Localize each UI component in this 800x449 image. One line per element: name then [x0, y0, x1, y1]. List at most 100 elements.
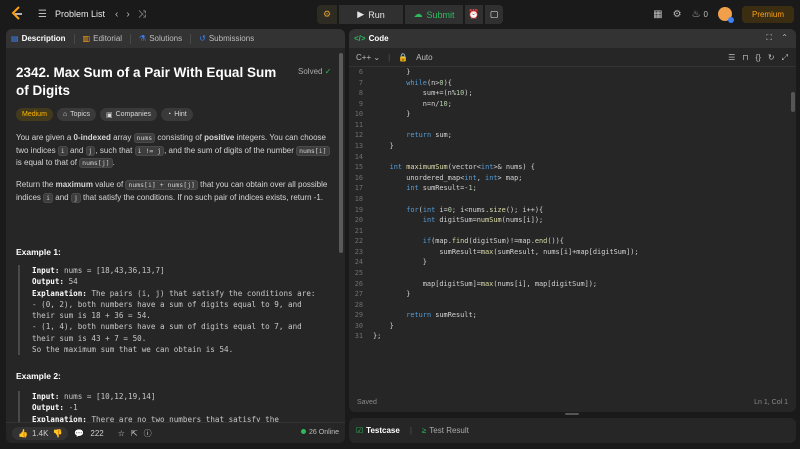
code-editor[interactable]: 6 } 7 while(n>0){8 sum+=(n%10); 9 n=n/10; 1…	[349, 67, 796, 387]
mode-label[interactable]: Auto	[416, 53, 432, 62]
play-icon: ▶	[357, 9, 365, 19]
problem-return: Return the maximum value of nums[i] + nu…	[16, 180, 328, 203]
document-icon: ▤	[11, 34, 19, 43]
tab-solutions[interactable]: ⚗ Solutions	[139, 34, 182, 43]
code-line[interactable]: 20 int digitSum=numSum(nums[i]);	[349, 215, 796, 226]
chevron-left-icon[interactable]: ‹	[115, 9, 118, 20]
like-dislike-group: 👍 1.4K 👎	[12, 426, 69, 440]
line-number: 12	[354, 131, 363, 140]
code-panel: </> Code ⛶ ⌃ C++ ⌄ | 🔒 Auto ☰ ⊓ {} ↻ ⤢ 6 …	[349, 29, 796, 412]
left-tabs: ▤ Description ▥ Editorial ⚗ Solutions ↺ Subm…	[6, 29, 345, 48]
code-line[interactable]: 15 int maximumSum(vector<int>& nums) {	[349, 162, 796, 173]
problem-list-link[interactable]: Problem List	[55, 9, 105, 19]
difficulty-badge[interactable]: Medium	[16, 108, 53, 121]
code-text: }	[373, 68, 411, 76]
chevron-right-icon[interactable]: ›	[126, 9, 129, 20]
code-line[interactable]: 19 for(int i=0; i<nums.size(); i++){	[349, 205, 796, 216]
lightbulb-icon: ◔	[167, 111, 172, 118]
example-2-title: Example 2:	[16, 371, 61, 381]
code-line[interactable]: 8 sum+=(n%10);	[349, 88, 796, 99]
code-line[interactable]: 11	[349, 120, 796, 131]
code-line[interactable]: 22 if(map.find(digitSum)!=map.end()){	[349, 236, 796, 247]
layout-grid-icon[interactable]: ▦	[653, 9, 662, 20]
format-icon[interactable]: ☰	[728, 53, 735, 63]
hint-tag[interactable]: ◔ Hint	[161, 108, 193, 121]
comment-icon[interactable]: 💬	[74, 429, 84, 438]
code-line[interactable]: 25	[349, 268, 796, 279]
star-icon[interactable]: ☆	[118, 429, 125, 438]
solved-status: Solved ✓	[298, 67, 332, 76]
streak-counter[interactable]: ♨ 0	[692, 9, 708, 20]
comment-count: 222	[90, 428, 104, 438]
notes-button[interactable]: ▢	[485, 5, 503, 24]
code-line[interactable]: 29 return sumResult;	[349, 310, 796, 321]
code-line[interactable]: 6 }	[349, 67, 796, 78]
tab-divider: |	[409, 426, 412, 435]
help-icon[interactable]: ⓘ	[144, 428, 152, 439]
topics-tag[interactable]: ⌂ Topics	[56, 108, 96, 121]
settings-icon[interactable]: ⚙	[673, 9, 682, 20]
submit-button[interactable]: ☁ Submit	[405, 5, 463, 24]
code-line[interactable]: 13 }	[349, 141, 796, 152]
braces-icon[interactable]: {}	[756, 53, 761, 63]
debug-button[interactable]: ⚙	[317, 5, 337, 24]
code-line[interactable]: 31};	[349, 331, 796, 342]
chevron-up-icon[interactable]: ⌃	[781, 33, 788, 42]
code-text: sumResult=max(sumResult, nums[i]+map[dig…	[373, 247, 639, 256]
tab-submissions[interactable]: ↺ Submissions	[199, 34, 254, 43]
tag-row: Medium ⌂ Topics ▣ Companies ◔ Hint	[16, 108, 193, 121]
note-icon: ▢	[489, 9, 499, 19]
description-scrollbar[interactable]	[339, 53, 343, 253]
code-line[interactable]: 14	[349, 152, 796, 163]
problem-list-icon[interactable]: ☰	[38, 9, 47, 20]
tab-editorial[interactable]: ▥ Editorial	[83, 34, 122, 43]
code-line[interactable]: 30 }	[349, 321, 796, 332]
companies-tag[interactable]: ▣ Companies	[99, 108, 158, 121]
code-line[interactable]: 12 return sum;	[349, 130, 796, 141]
language-select[interactable]: C++ ⌄	[356, 53, 380, 62]
thumbs-down-icon[interactable]: 👎	[52, 429, 62, 438]
share-icon[interactable]: ⇱	[131, 429, 138, 438]
code-line[interactable]: 24 }	[349, 257, 796, 268]
code-line[interactable]: 17 int sumResult=-1;	[349, 183, 796, 194]
code-text: }	[373, 142, 394, 151]
tab-testcase[interactable]: ☑ Testcase	[356, 426, 400, 435]
code-line[interactable]: 10 }	[349, 109, 796, 120]
resize-handle[interactable]	[565, 413, 579, 415]
line-number: 26	[354, 279, 363, 288]
code-line[interactable]: 18	[349, 194, 796, 205]
tab-code[interactable]: </> Code	[354, 34, 389, 43]
line-number: 28	[354, 300, 363, 309]
thumbs-up-icon[interactable]: 👍	[18, 429, 28, 438]
tab-description[interactable]: ▤ Description	[11, 34, 66, 43]
tab-test-result[interactable]: ≥ Test Result	[422, 426, 469, 435]
code-line[interactable]: 9 n=n/10;	[349, 99, 796, 110]
code-text: return sum;	[406, 131, 452, 140]
run-button[interactable]: ▶ Run	[339, 5, 403, 24]
code-header: </> Code ⛶ ⌃	[349, 29, 796, 48]
leetcode-logo-icon[interactable]	[10, 6, 24, 22]
code-line[interactable]: 21	[349, 226, 796, 237]
code-line[interactable]: 16 unordered_map<int, int> map;	[349, 173, 796, 184]
lock-icon: 🔒	[398, 52, 409, 62]
premium-button[interactable]: Premium	[741, 5, 794, 23]
bookmark-icon[interactable]: ⊓	[742, 53, 748, 63]
fullscreen-icon[interactable]: ⤢	[782, 53, 788, 63]
editor-scrollbar[interactable]	[791, 92, 795, 112]
timer-button[interactable]: ⏰	[465, 5, 483, 24]
code-line[interactable]: 27 }	[349, 289, 796, 300]
line-number: 8	[358, 89, 363, 98]
code-text: }	[373, 258, 427, 267]
code-line[interactable]: 23 sumResult=max(sumResult, nums[i]+map[…	[349, 247, 796, 258]
code-text: int sumResult=-1;	[406, 184, 477, 193]
expand-icon[interactable]: ⛶	[766, 33, 772, 43]
problem-statement: You are given a 0-indexed array nums con…	[16, 132, 334, 170]
reset-icon[interactable]: ↻	[768, 53, 775, 63]
code-text: sum+=(n%10);	[373, 89, 473, 98]
code-line[interactable]: 28	[349, 300, 796, 311]
code-line[interactable]: 26 map[digitSum]=max(nums[i], map[digitS…	[349, 279, 796, 290]
line-number: 30	[354, 321, 363, 330]
avatar[interactable]	[717, 7, 734, 23]
shuffle-icon[interactable]: ⤨	[138, 9, 146, 20]
code-line[interactable]: 7 while(n>0){	[349, 78, 796, 89]
